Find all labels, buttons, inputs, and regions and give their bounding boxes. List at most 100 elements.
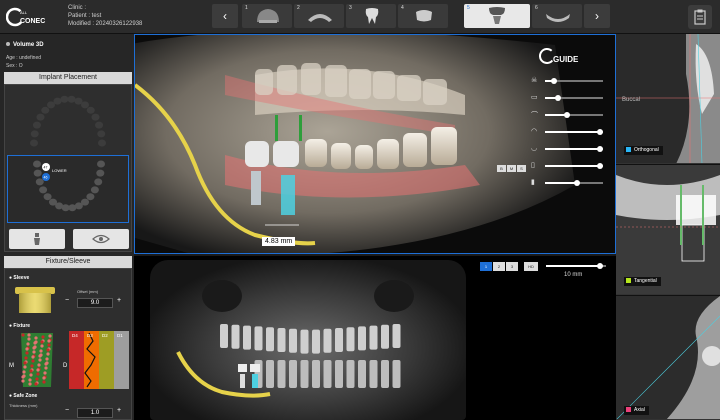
sleeve-label: ● Sleeve: [9, 275, 30, 281]
volume-title-text: Volume 3D: [13, 42, 44, 48]
report-button[interactable]: [688, 5, 712, 29]
skull-icon: ☠: [531, 77, 538, 84]
top-bar: ALL CONEC Clinic : Patient : test Modifi…: [0, 0, 720, 34]
orthogonal-color-swatch: [626, 147, 631, 152]
crown-icon: [416, 10, 432, 22]
skull-opacity-slider[interactable]: ☠: [531, 77, 607, 85]
patient-label: Patient : test: [68, 13, 102, 19]
sleeve-opacity-slider[interactable]: ▯: [531, 162, 607, 170]
workflow-step-4[interactable]: 4: [398, 4, 448, 28]
clipboard-icon: [694, 9, 706, 25]
density-d3-label: D3: [87, 333, 93, 338]
density-d4-label: D4: [72, 333, 78, 338]
panoramic-xray: [150, 260, 466, 420]
left-panel: Volume 3D Age : undefined Sex : O Implan…: [0, 34, 134, 420]
next-step-button[interactable]: ›: [584, 4, 610, 28]
measurement-label: 4.83 mm: [262, 237, 296, 246]
density-d1-label: D1: [117, 333, 123, 338]
volume-dot-icon: [6, 42, 10, 46]
toggle-visibility-button[interactable]: [73, 229, 129, 249]
bone-density-chart: D4 D3 D2 D1: [69, 331, 129, 389]
orthogonal-view[interactable]: Buccal Orthogonal: [616, 34, 720, 164]
panoramic-view[interactable]: 1 2 3 HD 10 mm: [134, 256, 616, 420]
tooth-icon: [365, 8, 379, 24]
sleeve-image: [15, 287, 55, 313]
volume-title: Volume 3D: [6, 42, 44, 48]
workflow-step-5[interactable]: 5: [464, 4, 530, 28]
workflow-step-6[interactable]: 6: [532, 4, 582, 28]
svg-text:ALL: ALL: [20, 10, 28, 15]
slice-thickness-label: 10 mm: [564, 272, 583, 278]
zoom-3-button[interactable]: 3: [506, 262, 518, 271]
tab-orthogonal[interactable]: Orthogonal: [624, 146, 663, 155]
patient-info: Clinic : Patient : test Modified : 20240…: [68, 4, 142, 28]
zoom-1-button[interactable]: 1: [480, 262, 492, 271]
arch-icon: ◠: [531, 128, 538, 135]
teeth-row-icon: ▭: [531, 94, 538, 101]
step-number: 2: [297, 5, 300, 11]
tooth-47-label: 47: [44, 166, 48, 170]
workflow-step-2[interactable]: 2: [294, 4, 344, 28]
add-implant-button[interactable]: [9, 229, 65, 249]
zoom-hd-button[interactable]: HD: [524, 262, 538, 271]
guide-logo: GUIDE: [539, 45, 591, 67]
tab-tangential[interactable]: Tangential: [624, 277, 661, 286]
thickness-decrease-button[interactable]: −: [65, 407, 69, 414]
tangential-color-swatch: [626, 278, 631, 283]
modified-label: Modified : 20240326122938: [68, 21, 143, 27]
nerve-opacity-slider[interactable]: ◡: [531, 145, 607, 153]
step-number: 4: [401, 5, 404, 11]
workflow-step-1[interactable]: 1: [242, 4, 292, 28]
gum-opacity-slider[interactable]: ⌒: [531, 111, 607, 119]
zoom-2-button[interactable]: 2: [493, 262, 505, 271]
lower-arch-icon: 47 46: [33, 160, 105, 212]
fixture-sleeve-header: Fixture/Sleeve: [4, 256, 132, 268]
buccal-label: Buccal: [622, 97, 641, 103]
guide-icon: [546, 14, 570, 22]
jaw-model-icon: [308, 14, 332, 22]
implant-placement-header: Implant Placement: [4, 72, 132, 84]
view-button-m[interactable]: M: [507, 165, 516, 172]
conec-logo: ALL CONEC: [5, 6, 50, 28]
offset-value[interactable]: 9.0: [77, 298, 113, 308]
safe-zone-label: ● Safe Zone: [9, 393, 38, 399]
fixture-sleeve-panel: ● Sleeve Offset (mm) − 9.0 + ● Fixture M…: [4, 268, 132, 420]
arch-opacity-slider[interactable]: ◠: [531, 128, 607, 136]
mesial-label: M: [9, 363, 14, 369]
thickness-value[interactable]: 1.0: [77, 408, 113, 418]
workflow-step-3[interactable]: 3: [346, 4, 396, 28]
implant-cylinder-opacity-slider[interactable]: ▮: [531, 179, 607, 187]
pano-slice-slider[interactable]: [546, 262, 606, 270]
implant-icon: [34, 233, 40, 245]
offset-increase-button[interactable]: +: [117, 297, 121, 304]
nerve-icon: ◡: [531, 145, 538, 152]
view-button-b[interactable]: B: [497, 165, 506, 172]
step-number: 1: [245, 5, 248, 11]
implant-placement-panel: 47 46 LOWER: [4, 84, 132, 252]
thickness-increase-button[interactable]: +: [117, 407, 121, 414]
upper-arch-chart: [30, 95, 106, 147]
lower-arch-chart[interactable]: 47 46 LOWER: [7, 155, 129, 223]
fixture-label: ● Fixture: [9, 323, 31, 329]
tangential-view[interactable]: Tangential: [616, 165, 720, 295]
tooth-46-label: 46: [44, 176, 48, 180]
view-button-s[interactable]: S: [517, 165, 526, 172]
distal-label: D: [63, 363, 68, 369]
chevron-left-icon: ‹: [223, 9, 227, 23]
guide-logo-text: GUIDE: [553, 55, 579, 64]
density-d2-label: D2: [102, 333, 108, 338]
offset-label: Offset (mm): [77, 289, 99, 294]
age-label: Age : undefined: [6, 55, 42, 61]
sex-label: Sex : O: [6, 63, 23, 69]
patient-demographics: Age : undefined Sex : O: [6, 54, 41, 70]
skull-scan-icon: [257, 9, 279, 23]
eye-icon: [92, 234, 110, 244]
tab-axial[interactable]: Axial: [624, 406, 649, 415]
axial-view[interactable]: Axial: [616, 296, 720, 420]
sleeve-icon: ▯: [531, 162, 535, 169]
offset-decrease-button[interactable]: −: [65, 297, 69, 304]
volume-3d-view[interactable]: 4.83 mm GUIDE ☠ ▭ ⌒ ◠ ◡ ▯ ▮ B M S: [134, 34, 616, 254]
step-number: 6: [535, 5, 538, 11]
prev-step-button[interactable]: ‹: [212, 4, 238, 28]
teeth-row-opacity-slider[interactable]: ▭: [531, 94, 607, 102]
